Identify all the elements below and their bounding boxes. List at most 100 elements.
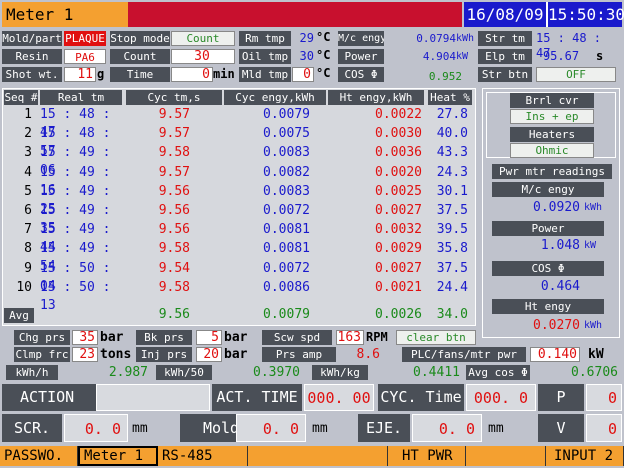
cell-cyc-tm: 9.58	[158, 279, 190, 295]
cell-seq: 5	[24, 183, 32, 199]
stop-mode-value[interactable]: Count	[171, 31, 235, 46]
side-power-label: Power	[492, 221, 604, 236]
charge-pressure-label: Chg prs	[14, 330, 70, 345]
kwh-per-kg-value: 0.4411	[413, 365, 460, 380]
back-pressure-value[interactable]: 5	[196, 330, 222, 345]
cell-heat-pct: 30.1	[436, 183, 468, 199]
cell-seq: 7	[24, 222, 32, 238]
barrel-cover-value[interactable]: Ins + ep	[510, 109, 594, 124]
clear-button[interactable]: clear btn	[396, 330, 476, 345]
col-header-ht-engy: Ht engy,kWh	[328, 90, 424, 105]
clamp-force-unit: tons	[100, 347, 132, 362]
cell-real-tm: 15 : 50 : 13	[40, 279, 111, 313]
start-button-toggle[interactable]: OFF	[536, 67, 616, 82]
cell-seq: 6	[24, 203, 32, 218]
kwh-per-kg-label: kWh/kg	[312, 365, 368, 380]
heaters-label: Heaters	[510, 127, 594, 142]
cell-cyc-tm: 9.56	[158, 183, 190, 199]
resin-value[interactable]: PA6	[64, 49, 106, 64]
action-status-field	[96, 384, 210, 411]
mc-engy-unit: kWh	[456, 33, 475, 44]
v-button[interactable]: V	[538, 414, 584, 442]
cell-seq: 1	[24, 107, 32, 122]
tab-blank-1[interactable]	[248, 446, 388, 466]
cell-cyc-tm: 9.56	[158, 222, 190, 238]
col-header-cyc-tm: Cyc tm,s	[126, 90, 222, 105]
tab-ht-pwr[interactable]: HT PWR	[388, 446, 466, 466]
oil-temp-label: Oil tmp	[239, 49, 291, 64]
action-button[interactable]: ACTION	[2, 384, 96, 411]
charge-pressure-value[interactable]: 35	[72, 330, 98, 345]
tab-input-2[interactable]: INPUT 2	[546, 446, 624, 466]
mold-part-value[interactable]: PLAQUE	[64, 31, 106, 46]
cell-heat-pct: 24.4	[436, 279, 468, 295]
cell-seq: 8	[24, 241, 32, 257]
clamp-force-value[interactable]: 23	[72, 347, 98, 362]
resin-label: Resin	[2, 49, 62, 64]
tab-blank-2[interactable]	[466, 446, 546, 466]
cell-ht-engy: 0.0029	[375, 241, 422, 257]
cell-heat-pct: 24.3	[436, 164, 468, 180]
ejector-button[interactable]: EJE.	[358, 414, 410, 442]
cell-ht-engy: 0.0027	[375, 203, 422, 218]
cell-heat-pct: 35.8	[436, 241, 468, 257]
mc-engy-value: 0.0794	[416, 32, 456, 45]
cell-ht-engy: 0.0021	[375, 279, 422, 295]
inj-pressure-value[interactable]: 20	[196, 347, 222, 362]
screw-button[interactable]: SCR.	[2, 414, 62, 442]
plc-fans-unit: kW	[588, 347, 604, 362]
avg-cyc-tm: 9.56	[158, 307, 190, 322]
shot-weight-value[interactable]: 11	[64, 67, 96, 82]
avg-ht-engy: 0.0026	[375, 307, 422, 322]
cell-cyc-engy: 0.0086	[263, 279, 310, 295]
back-pressure-unit: bar	[224, 330, 248, 345]
room-temp-label: Rm tmp	[239, 31, 291, 46]
cell-cyc-tm: 9.57	[158, 107, 190, 122]
cell-seq: 4	[24, 164, 32, 180]
cell-cyc-tm: 9.54	[158, 260, 190, 276]
elapsed-time-unit: s	[596, 49, 604, 63]
cell-cyc-engy: 0.0072	[263, 260, 310, 276]
mold-temp-label: Mld tmp	[239, 67, 291, 82]
mc-engy-label: M/c engy	[338, 31, 384, 46]
tab-meter-1[interactable]: Meter 1	[78, 446, 158, 466]
col-header-real-tm: Real tm	[40, 90, 122, 105]
mold-temp-unit: °C	[316, 66, 331, 80]
count-label: Count	[110, 49, 170, 64]
ejector-position-value: 0. 0	[412, 414, 482, 442]
act-time-button[interactable]: ACT. TIME	[212, 384, 302, 411]
side-mc-engy-label: M/c engy	[492, 182, 604, 197]
cell-ht-engy: 0.0020	[375, 164, 422, 180]
mold-temp-value[interactable]: 0	[292, 67, 314, 82]
plc-fans-label: PLC/fans/mtr pwr	[402, 347, 526, 362]
cell-cyc-engy: 0.0079	[263, 107, 310, 122]
time-value[interactable]: 0	[171, 67, 213, 82]
side-mc-engy-unit: kWh	[584, 202, 603, 213]
elapsed-time-label: Elp tm	[478, 49, 532, 64]
cos-phi-value: 0.952	[428, 70, 462, 83]
kwh-per-50-label: kWh/50	[156, 365, 212, 380]
heaters-value[interactable]: Ohmic	[510, 143, 594, 158]
screw-position-value: 0. 0	[64, 414, 128, 442]
screw-speed-value[interactable]: 163	[336, 330, 364, 345]
back-pressure-label: Bk prs	[136, 330, 192, 345]
start-button-label: Str btn	[478, 67, 532, 82]
cell-cyc-tm: 9.56	[158, 203, 190, 218]
power-value: 4.904	[422, 50, 456, 63]
kwh-per-hour-value: 2.987	[108, 365, 148, 380]
cyc-time-button[interactable]: CYC. Time	[378, 384, 464, 411]
inj-pressure-label: Inj prs	[136, 347, 192, 362]
oil-temp-unit: °C	[316, 48, 331, 62]
count-value[interactable]: 30	[171, 49, 235, 64]
plc-fans-value[interactable]: 0.140	[530, 347, 580, 362]
cell-seq: 2	[24, 126, 32, 142]
tab-password[interactable]: PASSWO.	[0, 446, 78, 466]
kwh-per-hour-label: kWh/h	[6, 365, 58, 380]
cell-heat-pct: 27.8	[436, 107, 468, 122]
p-button[interactable]: P	[538, 384, 584, 411]
time-label: Time	[110, 67, 170, 82]
room-temp-unit: °C	[316, 30, 331, 44]
tab-rs-485[interactable]: RS-485	[158, 446, 248, 466]
screw-speed-unit: RPM	[366, 330, 388, 344]
stop-mode-label: Stop mode	[110, 31, 170, 46]
